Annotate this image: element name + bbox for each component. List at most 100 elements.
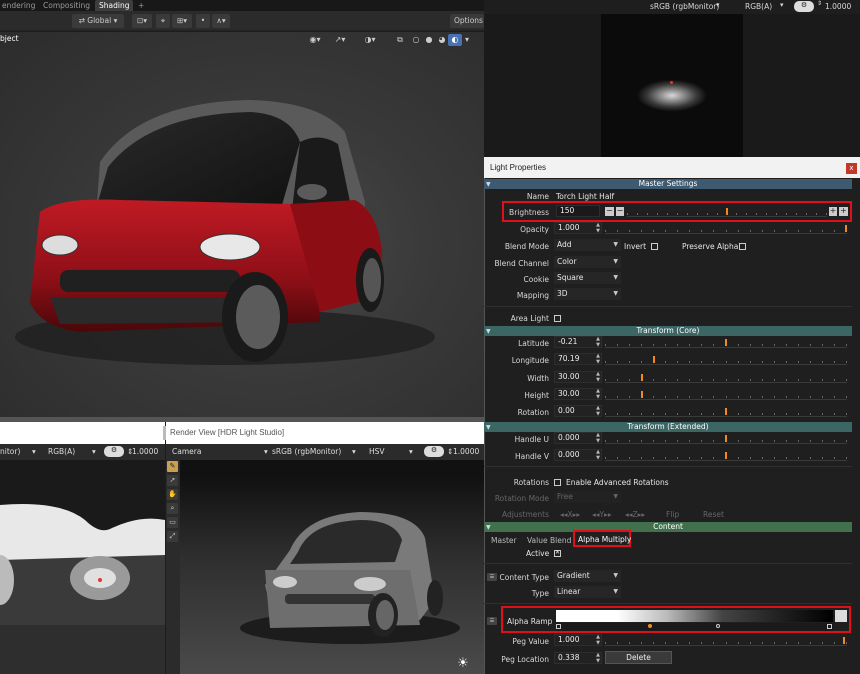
pan-hand-icon[interactable]: ✋ xyxy=(167,489,178,500)
handle-u-slider[interactable] xyxy=(605,432,847,444)
opacity-spinner-icon[interactable]: ▲ ▼ xyxy=(595,222,601,234)
section-transform-extended[interactable]: ▼ Transform (Extended) xyxy=(484,422,852,432)
peg-value-slider[interactable] xyxy=(605,634,847,646)
slider-knob[interactable] xyxy=(725,452,727,459)
tab-rendering[interactable]: endering xyxy=(0,0,39,11)
gizmo-icon[interactable]: ↗▾ xyxy=(330,34,350,46)
solid-shading-icon[interactable]: ● xyxy=(422,34,436,46)
opacity-slider[interactable] xyxy=(605,222,847,234)
ramp-peg-mid[interactable] xyxy=(716,624,720,628)
peg-location-spinner-icon[interactable]: ▲ ▼ xyxy=(595,652,601,664)
section-transform-core[interactable]: ▼ Transform (Core) xyxy=(484,326,852,336)
zoom-icon[interactable]: ⌕ xyxy=(167,503,178,514)
wireframe-shading-icon[interactable]: ○ xyxy=(409,34,423,46)
adjust-y-button[interactable]: ◂◂Y▸▸ xyxy=(592,510,612,519)
minus-small-button[interactable]: − xyxy=(616,207,624,216)
rotation-slider[interactable] xyxy=(605,405,847,417)
handle-u-spinner-icon[interactable]: ▲ ▼ xyxy=(595,432,601,444)
slider-knob[interactable] xyxy=(726,208,728,215)
invert-checkbox[interactable] xyxy=(651,243,658,250)
cookie-dropdown[interactable]: Square ▼ xyxy=(554,272,621,284)
paint-brush-icon[interactable]: ✎ xyxy=(167,461,178,472)
exposure-value[interactable]: 1.0000 xyxy=(132,447,158,456)
active-checkbox[interactable] xyxy=(554,549,561,557)
blend-mode-dropdown[interactable]: Add ▼ xyxy=(554,239,621,251)
width-slider[interactable] xyxy=(605,371,847,383)
longitude-spinner-icon[interactable]: ▲ ▼ xyxy=(595,353,601,365)
alpha-ramp-gradient[interactable] xyxy=(556,610,833,622)
height-spinner-icon[interactable]: ▲ ▼ xyxy=(595,388,601,400)
latitude-slider[interactable] xyxy=(605,336,847,348)
rendered-shading-icon[interactable]: ◐ xyxy=(448,34,462,46)
adjust-z-button[interactable]: ◂◂Z▸▸ xyxy=(625,510,645,519)
rotation-mode-dropdown[interactable]: Free ▼ xyxy=(554,491,621,503)
slider-knob[interactable] xyxy=(725,339,727,346)
close-button[interactable]: x xyxy=(846,163,857,174)
color-space-dropdown[interactable]: nitor) xyxy=(0,447,20,456)
color-model-dropdown[interactable]: HSV xyxy=(369,447,385,456)
hdr-map-preview[interactable] xyxy=(601,14,743,157)
material-shading-icon[interactable]: ◕ xyxy=(435,34,449,46)
content-tab-value-blend[interactable]: Value Blend xyxy=(527,536,571,545)
ramp-peg-track[interactable] xyxy=(556,623,833,631)
xray-icon[interactable]: ⧉ xyxy=(393,34,407,46)
width-spinner-icon[interactable]: ▲ ▼ xyxy=(595,371,601,383)
panel-toggle-icon[interactable]: ☰ xyxy=(487,617,497,625)
adjust-x-button[interactable]: ◂◂X▸▸ xyxy=(560,510,580,519)
select-arrow-icon[interactable]: ➚ xyxy=(167,475,178,486)
handle-v-slider[interactable] xyxy=(605,449,847,461)
plus-large-button[interactable]: + xyxy=(839,207,848,216)
pivot-icon[interactable]: ⊡▾ xyxy=(132,14,152,28)
reset-button[interactable]: Reset xyxy=(703,510,724,519)
exposure-value[interactable]: 1.0000 xyxy=(453,447,479,456)
transform-orientation-dropdown[interactable]: ⇄ Global ▾ xyxy=(72,14,124,28)
content-tab-master[interactable]: Master xyxy=(491,536,517,545)
options-button[interactable]: Options xyxy=(450,14,484,28)
tab-shading[interactable]: Shading xyxy=(95,0,134,11)
slider-knob[interactable] xyxy=(641,374,643,381)
slider-knob[interactable] xyxy=(641,391,643,398)
preserve-alpha-checkbox[interactable] xyxy=(739,243,746,250)
exposure-dial-icon[interactable]: ⚙ xyxy=(794,1,814,12)
peg-value-spinner-icon[interactable]: ▲ ▼ xyxy=(595,634,601,646)
ramp-peg-end[interactable] xyxy=(827,624,832,629)
height-slider[interactable] xyxy=(605,388,847,400)
slider-knob[interactable] xyxy=(725,435,727,442)
ramp-peg-selected[interactable] xyxy=(648,624,652,628)
slider-knob[interactable] xyxy=(845,225,847,232)
slider-knob[interactable] xyxy=(725,408,727,415)
content-type-dropdown[interactable]: Gradient ▼ xyxy=(554,570,621,582)
snap-icon[interactable]: ⌖ xyxy=(156,14,170,28)
mapping-dropdown[interactable]: 3D ▼ xyxy=(554,288,621,300)
hdr-canvas[interactable] xyxy=(0,460,165,674)
delete-button[interactable]: Delete xyxy=(605,651,672,664)
rotation-spinner-icon[interactable]: ▲ ▼ xyxy=(595,405,601,417)
falloff-icon[interactable]: ∧▾ xyxy=(212,14,230,28)
handle-v-spinner-icon[interactable]: ▲ ▼ xyxy=(595,449,601,461)
brightness-slider[interactable] xyxy=(627,205,827,217)
type-dropdown[interactable]: Linear ▼ xyxy=(554,586,621,598)
longitude-slider[interactable] xyxy=(605,353,847,365)
channels-dropdown[interactable]: RGB(A) xyxy=(48,447,75,456)
camera-dropdown[interactable]: Camera xyxy=(172,447,201,456)
region-icon[interactable]: ▭ xyxy=(167,517,178,528)
slider-knob[interactable] xyxy=(843,637,845,644)
minus-large-button[interactable]: − xyxy=(605,207,614,216)
view-object-types-icon[interactable]: ◉▾ xyxy=(305,34,325,46)
blend-channel-dropdown[interactable]: Color ▼ xyxy=(554,256,621,268)
light-bulb-icon[interactable]: ☀ xyxy=(452,656,474,672)
color-space-dropdown[interactable]: sRGB (rgbMonitor) xyxy=(272,447,341,456)
render-view-image[interactable]: ☀ xyxy=(180,460,484,674)
3d-viewport[interactable] xyxy=(0,32,484,417)
brightness-input[interactable]: 150 xyxy=(556,205,600,217)
light-position-marker[interactable] xyxy=(670,81,673,84)
name-value[interactable]: Torch Light Half xyxy=(556,192,614,201)
slider-knob[interactable] xyxy=(653,356,655,363)
tab-compositing[interactable]: Compositing xyxy=(39,0,94,11)
exposure-dial-icon[interactable]: ⚙ xyxy=(424,446,444,457)
plus-small-button[interactable]: + xyxy=(829,207,837,216)
area-light-checkbox[interactable] xyxy=(554,315,561,322)
exposure-dial-icon[interactable]: ⚙ xyxy=(104,446,124,457)
flip-button[interactable]: Flip xyxy=(666,510,679,519)
latitude-spinner-icon[interactable]: ▲ ▼ xyxy=(595,336,601,348)
